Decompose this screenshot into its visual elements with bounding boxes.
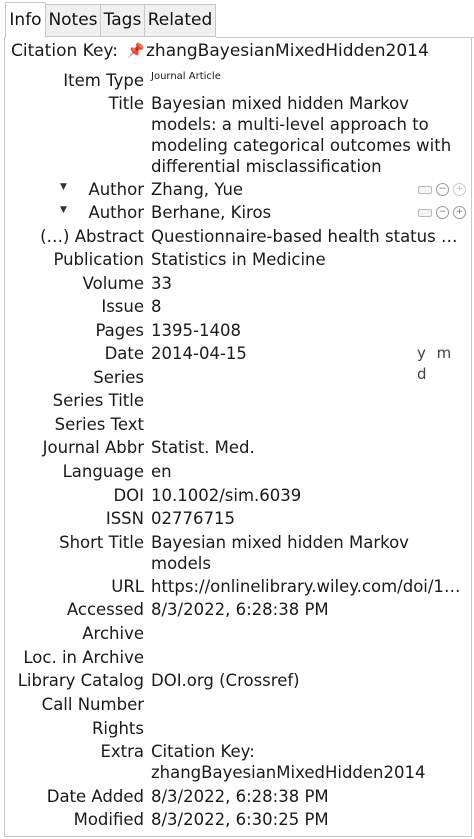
- author-2-buttons: − +: [418, 206, 466, 219]
- extra-value[interactable]: Citation Key: zhangBayesianMixedHidden20…: [151, 741, 447, 783]
- tab-notes[interactable]: Notes: [45, 4, 101, 37]
- citation-key-label: Citation Key:: [11, 41, 118, 61]
- series-label: Series: [93, 368, 144, 387]
- tab-tags[interactable]: Tags: [100, 4, 145, 37]
- issn-value[interactable]: 02776715: [151, 508, 467, 529]
- volume-value[interactable]: 33: [151, 273, 467, 294]
- tab-related[interactable]: Related: [144, 4, 216, 37]
- switch-name-mode-icon[interactable]: [418, 185, 432, 194]
- publication-label: Publication: [53, 250, 144, 269]
- short-title-value[interactable]: Bayesian mixed hidden Markov models: [151, 532, 451, 574]
- switch-name-mode-icon[interactable]: [418, 208, 432, 217]
- language-label: Language: [62, 462, 144, 481]
- short-title-label: Short Title: [59, 533, 144, 552]
- pushpin-icon[interactable]: 📌: [127, 40, 144, 62]
- issn-label: ISSN: [105, 509, 144, 528]
- author-1-label[interactable]: Author: [88, 179, 144, 200]
- library-catalog-label: Library Catalog: [17, 671, 144, 690]
- tab-info[interactable]: Info: [5, 2, 46, 38]
- date-added-label: Date Added: [46, 787, 144, 806]
- accessed-value[interactable]: 8/3/2022, 6:28:38 PM: [151, 599, 467, 620]
- abstract-label[interactable]: (…) Abstract: [40, 226, 144, 247]
- series-title-label: Series Title: [52, 391, 144, 410]
- publication-value[interactable]: Statistics in Medicine: [151, 249, 467, 270]
- add-creator-icon[interactable]: +: [453, 183, 466, 196]
- pages-label: Pages: [95, 321, 144, 340]
- library-catalog-value[interactable]: DOI.org (Crossref): [151, 670, 467, 691]
- extra-label: Extra: [100, 742, 144, 761]
- issue-value[interactable]: 8: [151, 296, 467, 317]
- url-value[interactable]: https://onlinelibrary.wiley.com/doi/10.1…: [151, 576, 467, 597]
- modified-value: 8/3/2022, 6:30:25 PM: [151, 810, 329, 829]
- date-label: Date: [104, 344, 144, 363]
- tab-bar: Info Notes Tags Related: [0, 0, 474, 38]
- remove-creator-icon[interactable]: −: [436, 183, 449, 196]
- loc-in-archive-label: Loc. in Archive: [23, 648, 144, 667]
- date-ymd-indicator: y m d: [417, 344, 455, 383]
- doi-label[interactable]: DOI: [113, 485, 144, 506]
- url-label[interactable]: URL: [111, 576, 144, 597]
- doi-value[interactable]: 10.1002/sim.6039: [151, 485, 467, 506]
- series-text-label: Series Text: [54, 415, 144, 434]
- title-label: Title: [108, 94, 144, 113]
- language-value[interactable]: en: [151, 461, 467, 482]
- pages-value[interactable]: 1395-1408: [151, 320, 467, 341]
- add-creator-icon[interactable]: +: [453, 206, 466, 219]
- volume-label: Volume: [82, 274, 144, 293]
- title-value[interactable]: Bayesian mixed hidden Markov models: a m…: [151, 93, 467, 177]
- journal-abbr-value[interactable]: Statist. Med.: [151, 437, 467, 458]
- rights-label: Rights: [91, 719, 144, 738]
- date-added-value: 8/3/2022, 6:28:38 PM: [151, 787, 329, 806]
- date-value[interactable]: 2014-04-15: [151, 343, 411, 364]
- abstract-value[interactable]: Questionnaire-based health status outcom…: [151, 226, 467, 247]
- disclosure-triangle-icon[interactable]: ▼: [60, 205, 67, 215]
- author-1-buttons: − +: [418, 183, 466, 196]
- item-type-label: Item Type: [63, 71, 144, 90]
- disclosure-triangle-icon[interactable]: ▼: [60, 182, 67, 192]
- call-number-label: Call Number: [41, 695, 144, 714]
- modified-label: Modified: [73, 810, 144, 829]
- remove-creator-icon[interactable]: −: [436, 206, 449, 219]
- issue-label: Issue: [101, 297, 144, 316]
- accessed-label: Accessed: [66, 600, 144, 619]
- author-2-label[interactable]: Author: [88, 202, 144, 223]
- item-type-value[interactable]: Journal Article: [151, 70, 467, 84]
- archive-label: Archive: [82, 624, 144, 643]
- journal-abbr-label: Journal Abbr: [42, 438, 144, 457]
- citation-key-value[interactable]: zhangBayesianMixedHidden2014: [146, 40, 429, 62]
